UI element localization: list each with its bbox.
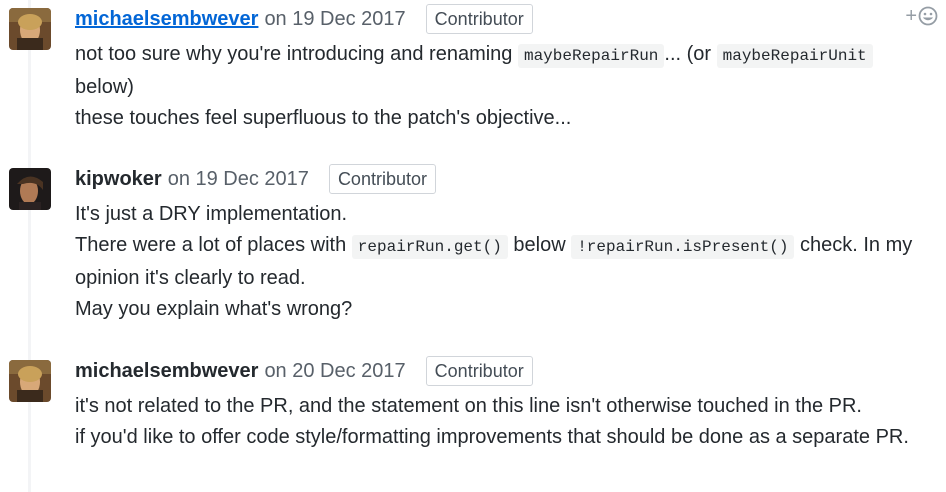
text: not too sure why you're introducing and … [75, 43, 518, 65]
comment-header: kipwoker on 19 Dec 2017 Contributor [75, 163, 436, 195]
avatar-image [9, 168, 51, 210]
comment-body: It's just a DRY implementation. There we… [75, 199, 935, 325]
avatar-image [9, 8, 51, 50]
comment-paragraph: May you explain what's wrong? [75, 298, 353, 320]
comment-paragraph: There were a lot of places with repairRu… [75, 230, 935, 294]
author-link[interactable]: michaelsembwever [75, 360, 258, 383]
inline-code: maybeRepairRun [517, 44, 665, 68]
comment-body: it's not related to the PR, and the stat… [75, 391, 935, 453]
contributor-badge: Contributor [425, 356, 533, 386]
text: below [507, 234, 572, 256]
inline-code: maybeRepairUnit [716, 44, 873, 68]
comment-paragraph: if you'd like to offer code style/format… [75, 426, 909, 448]
comment-date[interactable]: on 20 Dec 2017 [264, 360, 405, 383]
inline-code: !repairRun.isPresent() [571, 235, 795, 259]
author-link[interactable]: michaelsembwever [75, 8, 258, 31]
avatar[interactable] [9, 8, 51, 50]
text: ... (or [664, 43, 717, 65]
comment-header: michaelsembwever on 19 Dec 2017 Contribu… [75, 3, 533, 35]
plus-icon: + [905, 5, 917, 27]
comment-date[interactable]: on 19 Dec 2017 [264, 8, 405, 31]
avatar-image [9, 360, 51, 402]
contributor-badge: Contributor [425, 4, 533, 34]
timeline-line [28, 0, 31, 492]
comment-body: not too sure why you're introducing and … [75, 39, 935, 134]
comment-paragraph: not too sure why you're introducing and … [75, 39, 935, 103]
contributor-badge: Contributor [328, 164, 436, 194]
add-reaction-button[interactable]: + [905, 6, 938, 26]
inline-code: repairRun.get() [351, 235, 508, 259]
avatar[interactable] [9, 168, 51, 210]
comment-paragraph: it's not related to the PR, and the stat… [75, 395, 862, 417]
text: There were a lot of places with [75, 234, 352, 256]
smiley-icon [918, 6, 938, 26]
comment-paragraph: these touches feel superfluous to the pa… [75, 107, 572, 129]
comment-date[interactable]: on 19 Dec 2017 [168, 168, 309, 191]
author-link[interactable]: kipwoker [75, 168, 162, 191]
comment-header: michaelsembwever on 20 Dec 2017 Contribu… [75, 355, 533, 387]
text: below) [75, 76, 134, 98]
comment-paragraph: It's just a DRY implementation. [75, 203, 348, 225]
avatar[interactable] [9, 360, 51, 402]
